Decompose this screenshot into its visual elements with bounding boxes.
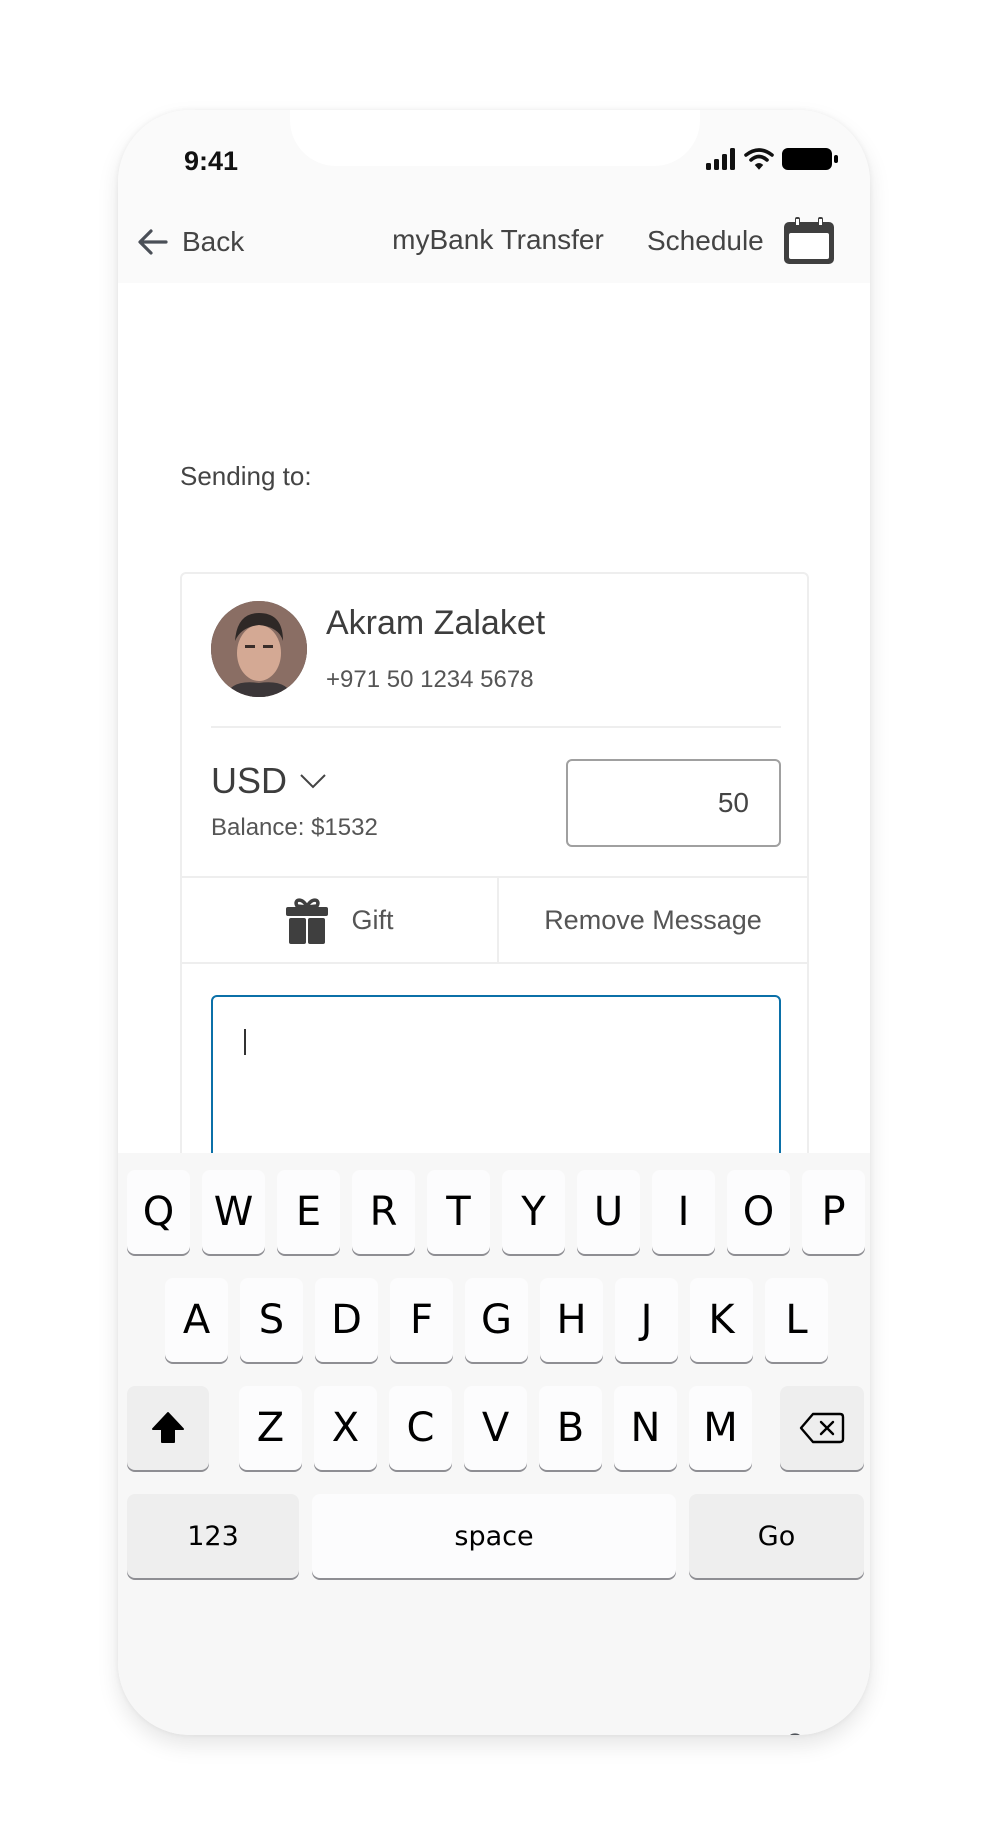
numbers-key[interactable]: 123 — [127, 1494, 299, 1578]
text-cursor — [244, 1029, 246, 1055]
sending-to-label: Sending to: — [180, 461, 312, 491]
battery-icon — [782, 148, 838, 170]
backspace-icon — [799, 1412, 845, 1444]
on-screen-keyboard: QWERTYUIOP ASDFGHJKL ZXCVBNM 123 space G… — [118, 1153, 870, 1735]
key-b[interactable]: B — [539, 1386, 602, 1470]
calendar-icon — [783, 217, 834, 264]
amount-input[interactable] — [566, 759, 781, 847]
key-t[interactable]: T — [427, 1170, 490, 1254]
key-c[interactable]: C — [389, 1386, 452, 1470]
key-l[interactable]: L — [765, 1278, 828, 1362]
currency-select[interactable]: USD — [211, 760, 327, 802]
gift-label: Gift — [351, 904, 394, 935]
key-r[interactable]: R — [352, 1170, 415, 1254]
balance-text: Balance: $1532 — [211, 814, 378, 841]
key-n[interactable]: N — [614, 1386, 677, 1470]
notch — [290, 110, 700, 166]
chevron-down-icon — [300, 774, 326, 789]
phone-frame: 9:41 Back myBank Transfer Schedule Sendi… — [118, 110, 870, 1735]
remove-message-button[interactable]: Remove Message — [499, 878, 807, 962]
recipient-card: Akram Zalaket +971 50 1234 5678 USD Bala… — [180, 572, 809, 1202]
avatar-photo — [211, 601, 307, 697]
key-u[interactable]: U — [577, 1170, 640, 1254]
shift-key[interactable] — [127, 1386, 209, 1470]
key-d[interactable]: D — [315, 1278, 378, 1362]
key-y[interactable]: Y — [502, 1170, 565, 1254]
signal-icon — [706, 148, 735, 170]
key-s[interactable]: S — [240, 1278, 303, 1362]
recipient-name: Akram Zalaket — [326, 604, 546, 642]
key-e[interactable]: E — [277, 1170, 340, 1254]
key-p[interactable]: P — [802, 1170, 865, 1254]
key-i[interactable]: I — [652, 1170, 715, 1254]
key-g[interactable]: G — [465, 1278, 528, 1362]
top-bar: 9:41 Back myBank Transfer Schedule — [118, 110, 870, 283]
key-q[interactable]: Q — [127, 1170, 190, 1254]
divider — [211, 726, 781, 728]
key-k[interactable]: K — [690, 1278, 753, 1362]
message-actions: Gift Remove Message — [182, 876, 807, 964]
back-button[interactable]: Back — [136, 222, 244, 262]
microphone-icon[interactable] — [778, 1733, 812, 1735]
key-v[interactable]: V — [464, 1386, 527, 1470]
transfer-content: Sending to: Akram Zalaket +971 50 1234 5… — [118, 283, 870, 1345]
key-w[interactable]: W — [202, 1170, 265, 1254]
wifi-icon — [744, 148, 774, 170]
delete-key[interactable] — [780, 1386, 864, 1470]
key-o[interactable]: O — [727, 1170, 790, 1254]
status-time: 9:41 — [184, 146, 239, 176]
key-x[interactable]: X — [314, 1386, 377, 1470]
schedule-label: Schedule — [647, 225, 764, 256]
avatar — [211, 601, 307, 697]
gift-button[interactable]: Gift — [182, 878, 497, 962]
key-m[interactable]: M — [689, 1386, 752, 1470]
schedule-button[interactable]: Schedule — [647, 216, 836, 266]
currency-value: USD — [211, 760, 288, 801]
go-key[interactable]: Go — [689, 1494, 864, 1578]
key-j[interactable]: J — [615, 1278, 678, 1362]
shift-icon — [152, 1412, 184, 1443]
recipient-phone: +971 50 1234 5678 — [326, 666, 534, 693]
space-key[interactable]: space — [312, 1494, 676, 1578]
key-z[interactable]: Z — [239, 1386, 302, 1470]
key-f[interactable]: F — [390, 1278, 453, 1362]
gift-icon — [286, 898, 329, 944]
page-title: myBank Transfer — [392, 224, 604, 255]
key-h[interactable]: H — [540, 1278, 603, 1362]
message-textarea[interactable] — [211, 995, 781, 1174]
key-a[interactable]: A — [165, 1278, 228, 1362]
back-label: Back — [182, 226, 245, 257]
status-icons — [706, 148, 838, 170]
arrow-left-icon — [138, 229, 168, 255]
